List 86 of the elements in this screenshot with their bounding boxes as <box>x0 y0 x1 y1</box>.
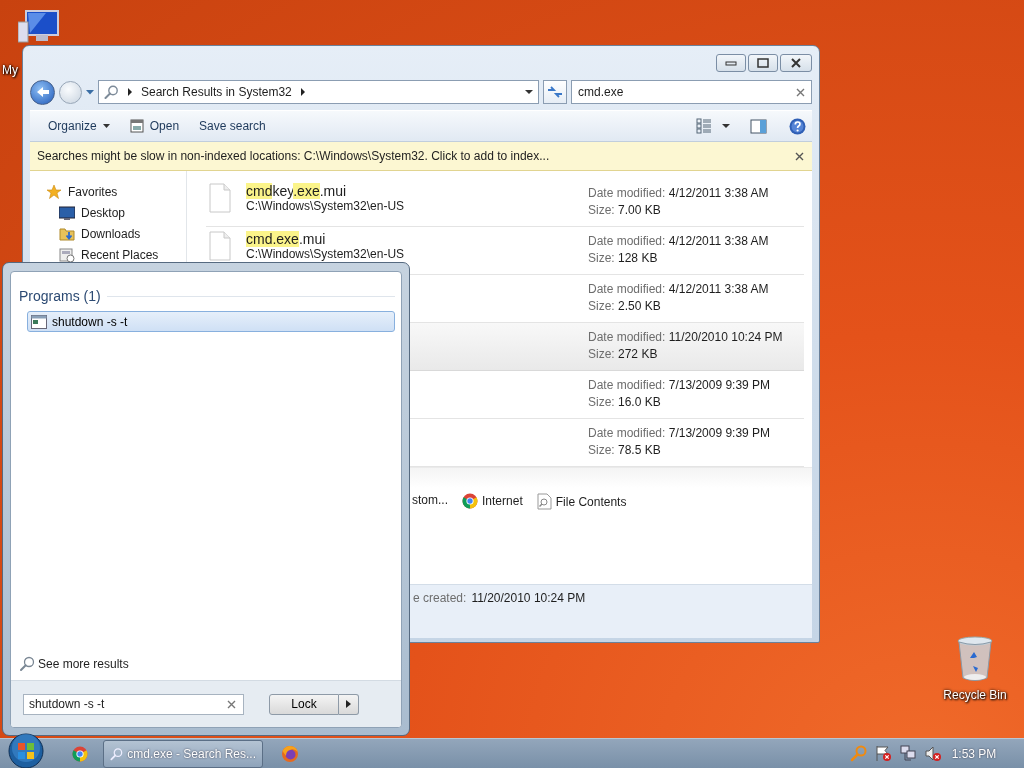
search-again-link[interactable]: File Contents <box>536 493 627 510</box>
chevron-icon <box>299 88 306 96</box>
star-icon <box>46 183 62 200</box>
flag-error-icon[interactable] <box>875 745 892 762</box>
firefox-icon[interactable] <box>281 744 299 763</box>
file-icon <box>208 231 232 261</box>
program-item[interactable]: shutdown -s -t <box>27 311 395 332</box>
chrome-icon <box>462 493 478 509</box>
folder-icon <box>59 225 75 242</box>
speaker-muted-icon[interactable] <box>925 745 942 762</box>
file-size: Size: 16.0 KB <box>588 394 662 411</box>
search-icon <box>110 746 124 761</box>
icon-label: My <box>2 63 18 77</box>
file-path: C:\Windows\System32\en-US <box>246 199 405 214</box>
preview-pane-icon[interactable] <box>750 118 767 134</box>
maximize-icon <box>757 58 769 68</box>
address-bar[interactable]: Search Results in System32 <box>98 80 539 104</box>
details-label: e created: <box>413 591 467 607</box>
back-button[interactable] <box>30 79 55 105</box>
caret-icon <box>102 124 110 128</box>
monitor-icon <box>59 204 75 221</box>
window-icon <box>129 119 144 133</box>
file-name[interactable]: cmdkey.exe.mui <box>246 183 405 199</box>
minimize-button[interactable] <box>716 54 746 72</box>
recycle-bin-icon[interactable] <box>957 636 993 682</box>
date-modified: Date modified: 11/20/2010 10:24 PM <box>588 329 784 346</box>
start-button[interactable] <box>8 732 44 768</box>
console-icon <box>31 314 47 329</box>
view-list-icon[interactable] <box>696 118 712 134</box>
chevron-icon <box>127 88 133 96</box>
lock-button[interactable]: Lock <box>269 693 339 715</box>
dropdown-caret-icon[interactable] <box>525 89 533 95</box>
history-caret-icon[interactable] <box>86 89 94 95</box>
see-more-results-link[interactable]: See more results <box>38 657 129 671</box>
toolbar-button[interactable]: Open <box>121 116 188 136</box>
recent-places-icon <box>59 246 75 263</box>
organize-button[interactable]: Organize <box>40 116 118 136</box>
file-name[interactable]: cmd.exe.mui <box>246 231 405 247</box>
nav-item[interactable]: Recent Places <box>81 247 159 262</box>
help-icon[interactable] <box>789 117 806 135</box>
file-size: Size: 128 KB <box>588 250 659 267</box>
info-bar-text: Searches might be slow in non-indexed locations: C:\Windows\System32. Click to add to index... <box>37 149 550 163</box>
breadcrumb[interactable]: Search Results in System32 <box>141 85 292 99</box>
file-size: Size: 272 KB <box>588 346 659 363</box>
file-icon <box>208 183 232 213</box>
close-icon <box>790 58 802 68</box>
file-size: Size: 7.00 KB <box>588 202 662 219</box>
details-value: 11/20/2010 10:24 PM <box>471 591 586 607</box>
clear-icon[interactable] <box>227 699 236 709</box>
chrome-icon[interactable] <box>71 744 89 763</box>
date-modified: Date modified: 4/12/2011 3:38 AM <box>588 233 770 250</box>
search-again-link[interactable]: stom... <box>412 493 448 507</box>
computer-icon[interactable] <box>18 10 60 44</box>
nav-item[interactable]: Favorites <box>68 184 118 199</box>
network-icon[interactable] <box>900 745 917 762</box>
nav-item[interactable]: Downloads <box>81 226 141 241</box>
close-icon[interactable] <box>795 151 804 161</box>
toolbar-button[interactable]: Save search <box>191 116 274 136</box>
date-modified: Date modified: 7/13/2009 9:39 PM <box>588 425 772 442</box>
power-options-button[interactable] <box>339 693 359 715</box>
file-size: Size: 78.5 KB <box>588 442 662 459</box>
search-icon <box>104 85 119 99</box>
minimize-icon <box>725 58 737 68</box>
date-modified: Date modified: 4/12/2011 3:38 AM <box>588 185 770 202</box>
file-path: C:\Windows\System32\en-US <box>246 247 405 262</box>
arrow-left-icon <box>35 86 50 98</box>
search-field[interactable]: shutdown -s -t <box>23 693 244 715</box>
document-search-icon <box>536 493 552 510</box>
date-modified: Date modified: 4/12/2011 3:38 AM <box>588 281 770 298</box>
search-field[interactable]: cmd.exe <box>571 80 812 104</box>
caret-icon[interactable] <box>722 123 730 129</box>
caret-right-icon <box>346 700 351 708</box>
search-icon <box>19 656 35 672</box>
refresh-icon <box>547 86 563 98</box>
group-heading: Programs (1) <box>19 288 101 304</box>
maximize-button[interactable] <box>748 54 778 72</box>
info-bar[interactable]: Searches might be slow in non-indexed locations: C:\Windows\System32. Click to add to index... <box>30 142 812 171</box>
nav-item[interactable]: Desktop <box>81 205 126 220</box>
file-size: Size: 2.50 KB <box>588 298 662 315</box>
clear-icon[interactable] <box>796 87 805 97</box>
search-again-link[interactable]: Internet <box>462 493 523 509</box>
date-modified: Date modified: 7/13/2009 9:39 PM <box>588 377 772 394</box>
close-button[interactable] <box>780 54 812 72</box>
refresh-button[interactable] <box>543 80 567 104</box>
icon-label: Recycle Bin <box>943 688 1007 702</box>
result-row[interactable]: cmdkey.exe.mui C:\Windows\System32\en-US Date modified: 4/12/2011 3:38 AM Size: 7.00 KB <box>206 179 804 227</box>
